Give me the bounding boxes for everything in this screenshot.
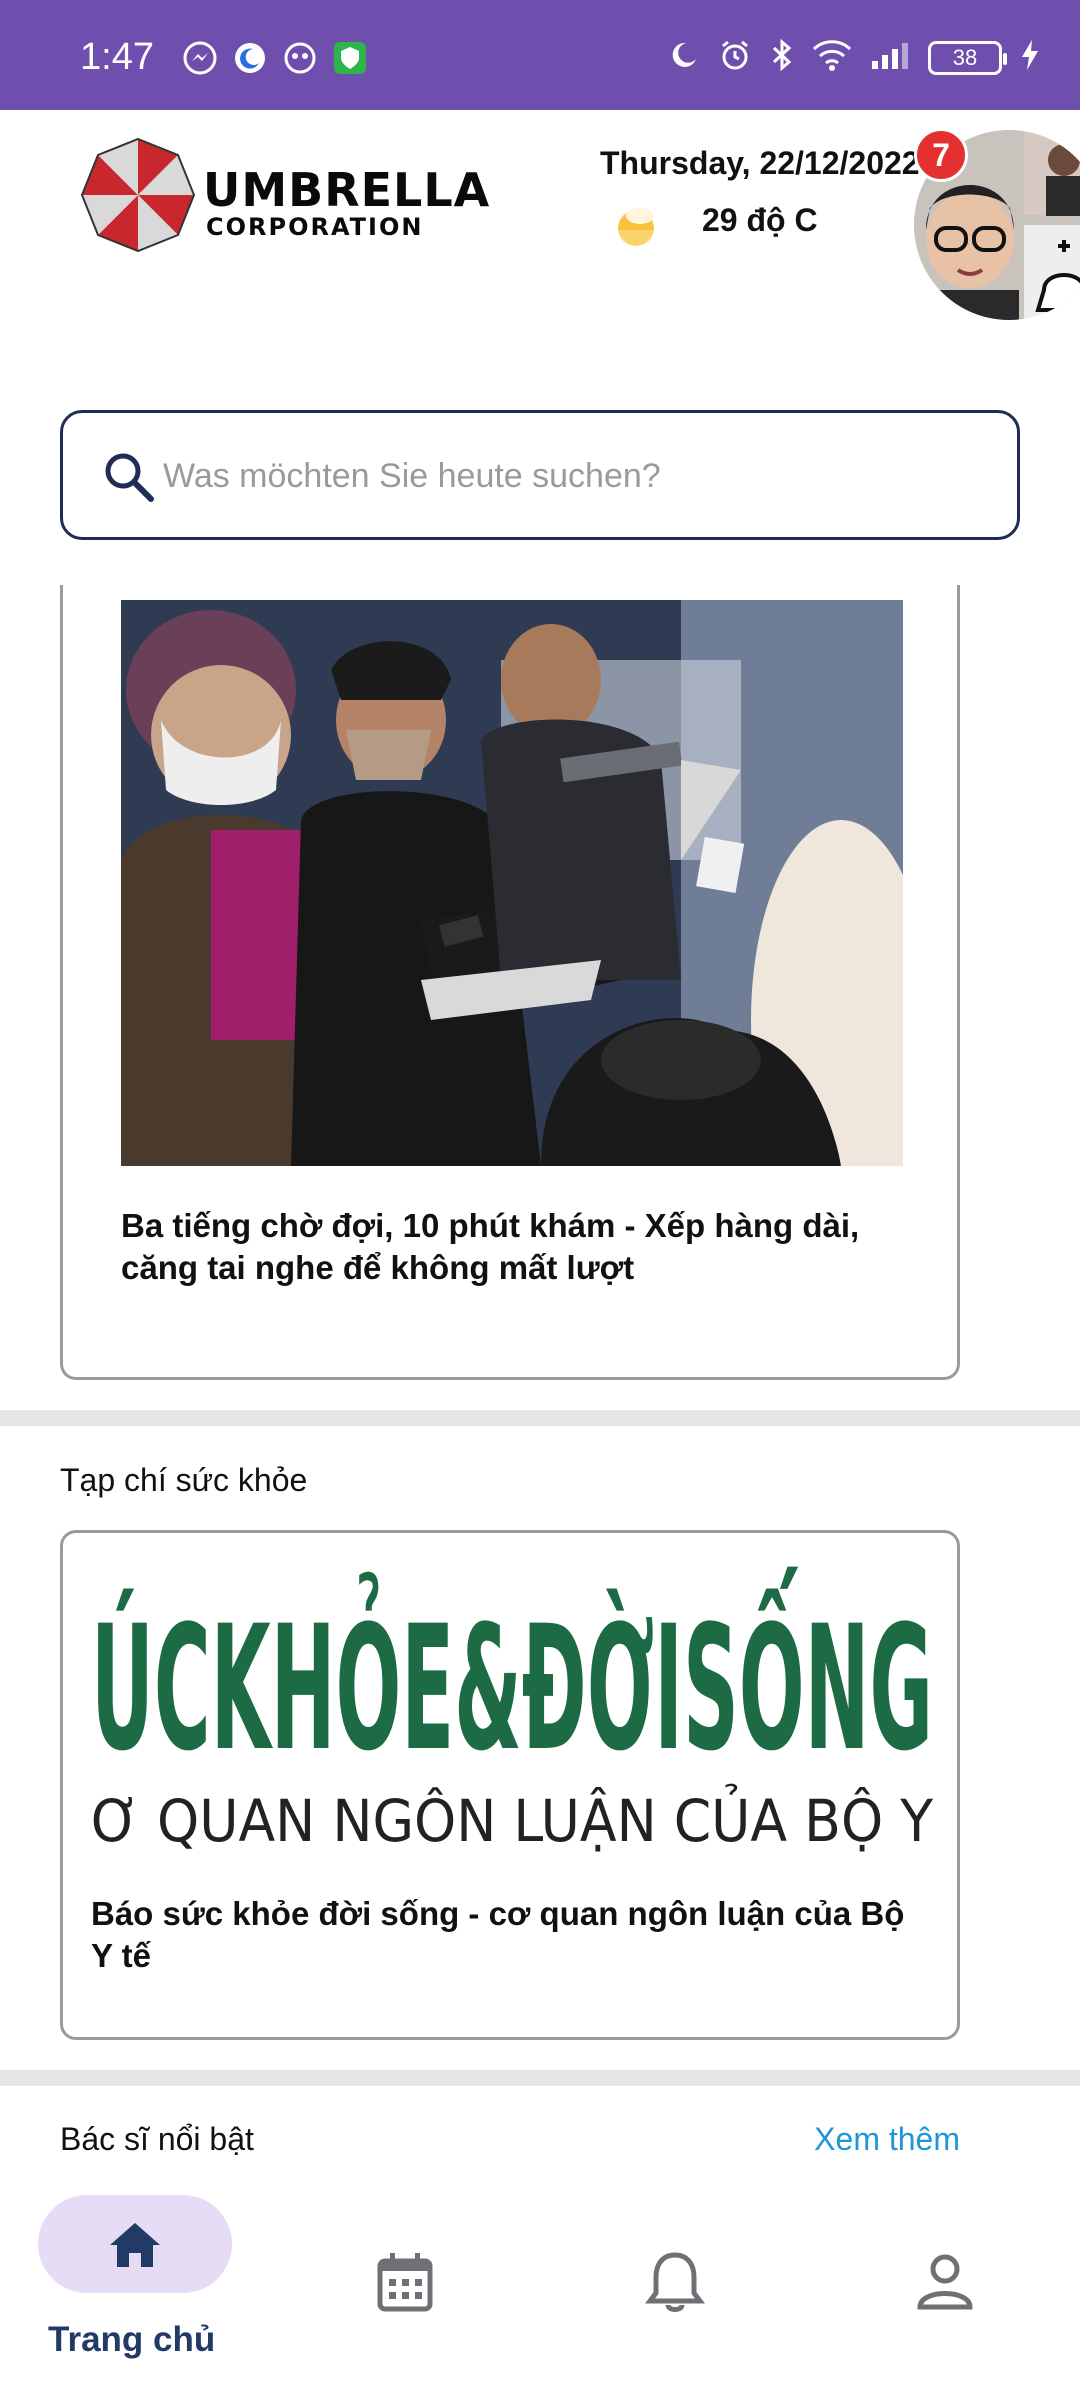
calendar-icon[interactable] bbox=[370, 2247, 440, 2317]
magazine-banner-title: ÚCKHỎE&ĐỜISỐNG bbox=[91, 1567, 933, 1789]
magazine-card-title[interactable]: Báo sức khỏe đời sống - cơ quan ngôn luậ… bbox=[91, 1893, 931, 1977]
news-card-title[interactable]: Ba tiếng chờ đợi, 10 phút khám - Xếp hàn… bbox=[121, 1205, 911, 1289]
status-system-icons: 38 bbox=[668, 38, 1040, 77]
bluetooth-icon bbox=[770, 38, 794, 77]
see-more-link[interactable]: Xem thêm bbox=[814, 2121, 960, 2158]
app-header: UMBRELLA CORPORATION Thursday, 22/12/202… bbox=[0, 110, 1080, 370]
bell-icon[interactable] bbox=[640, 2247, 710, 2317]
home-icon[interactable] bbox=[100, 2209, 170, 2279]
section-divider bbox=[0, 2070, 1080, 2086]
account-icon[interactable] bbox=[910, 2247, 980, 2317]
wifi-icon bbox=[812, 39, 852, 76]
magazine-card[interactable]: ÚCKHỎE&ĐỜISỐNG Ơ QUAN NGÔN LUẬN CỦA BỘ Y… bbox=[60, 1530, 960, 2040]
logo-subtitle: CORPORATION bbox=[206, 213, 424, 241]
magazine-banner-subtitle: Ơ QUAN NGÔN LUẬN CỦA BỘ Y bbox=[91, 1782, 933, 1855]
temperature: 29 độ C bbox=[702, 202, 818, 238]
magazine-section-heading: Tạp chí sức khỏe bbox=[60, 1462, 308, 1498]
alarm-icon bbox=[718, 38, 752, 77]
news-photo bbox=[121, 600, 903, 1166]
mask-app-icon bbox=[282, 40, 318, 76]
status-bar: 1:47 38 bbox=[0, 0, 1080, 110]
nav-home-label[interactable]: Trang chủ bbox=[48, 2320, 215, 2360]
umbrella-logo-icon bbox=[80, 137, 196, 253]
notification-badge[interactable]: 7 bbox=[914, 128, 968, 182]
weather-sun-icon bbox=[618, 208, 654, 246]
logo-wordmark: UMBRELLA bbox=[203, 163, 491, 217]
search-bar[interactable] bbox=[60, 410, 1020, 540]
messenger-icon bbox=[182, 40, 218, 76]
battery-icon: 38 bbox=[928, 40, 1007, 75]
doctors-section-heading: Bác sĩ nổi bật bbox=[60, 2121, 254, 2157]
do-not-disturb-icon bbox=[668, 39, 700, 76]
charging-icon bbox=[1020, 38, 1040, 77]
news-card[interactable]: Ba tiếng chờ đợi, 10 phút khám - Xếp hàn… bbox=[60, 585, 960, 1380]
search-icon[interactable] bbox=[101, 449, 157, 505]
nav-home-button[interactable] bbox=[38, 2195, 232, 2293]
current-date: Thursday, 22/12/2022 bbox=[600, 145, 920, 181]
shield-app-icon bbox=[332, 40, 368, 76]
magazine-banner: ÚCKHỎE&ĐỜISỐNG Ơ QUAN NGÔN LUẬN CỦA BỘ Y bbox=[91, 1558, 933, 1858]
bottom-navigation: Trang chủ bbox=[0, 2170, 1080, 2400]
moon-app-icon bbox=[232, 40, 268, 76]
umbrella-corporation-logo: UMBRELLA CORPORATION bbox=[78, 125, 528, 255]
search-input[interactable] bbox=[163, 441, 983, 511]
signal-icon bbox=[870, 39, 910, 76]
status-time: 1:47 bbox=[80, 36, 154, 78]
status-notification-icons bbox=[182, 40, 368, 76]
section-divider bbox=[0, 1410, 1080, 1426]
